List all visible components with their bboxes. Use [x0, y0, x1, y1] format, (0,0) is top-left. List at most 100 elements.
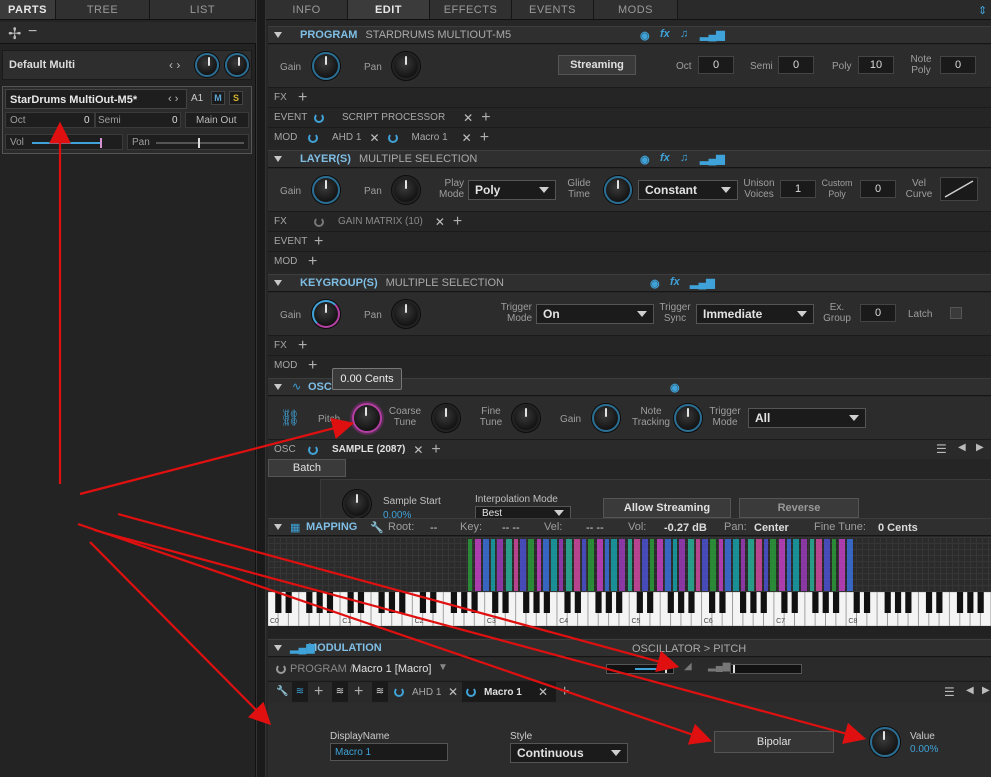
- prev-icon[interactable]: ◀: [966, 685, 974, 696]
- program-oct-field[interactable]: 0: [698, 56, 734, 74]
- add-icon[interactable]: +: [560, 684, 569, 700]
- volume-slider[interactable]: Vol: [5, 134, 123, 150]
- black-key[interactable]: [967, 592, 974, 613]
- black-key[interactable]: [502, 592, 509, 613]
- black-key[interactable]: [347, 592, 354, 613]
- power-icon[interactable]: [314, 112, 324, 123]
- fine-tune-knob[interactable]: [512, 404, 540, 432]
- layers-icon[interactable]: ≋: [332, 682, 348, 702]
- black-key[interactable]: [832, 592, 840, 613]
- note-tracking-knob[interactable]: [674, 404, 702, 432]
- display-name-input[interactable]: Macro 1: [330, 743, 448, 761]
- black-key[interactable]: [719, 592, 726, 613]
- black-key[interactable]: [357, 592, 365, 613]
- black-key[interactable]: [667, 592, 674, 613]
- add-icon[interactable]: +: [354, 684, 363, 700]
- key-zone[interactable]: [634, 539, 640, 591]
- gain-matrix-slot[interactable]: GAIN MATRIX (10): [338, 216, 423, 227]
- black-key[interactable]: [822, 592, 829, 613]
- black-key[interactable]: [430, 592, 437, 613]
- mod-depth-slider[interactable]: [606, 664, 674, 674]
- multi-pan-knob[interactable]: [225, 53, 249, 77]
- collapse-triangle-icon[interactable]: [274, 280, 282, 286]
- link-icon[interactable]: ⛓: [280, 408, 300, 428]
- wrench-icon[interactable]: 🔧: [370, 521, 384, 534]
- power-icon[interactable]: [314, 216, 324, 227]
- keyboard[interactable]: C0 C1 C2 C3 C4 C5 C6 C7 C8: [267, 591, 991, 627]
- coarse-tune-knob[interactable]: [432, 404, 460, 432]
- power-icon[interactable]: [466, 687, 476, 697]
- key-zone[interactable]: [566, 539, 572, 591]
- mod-ahd-tab[interactable]: AHD 1: [412, 687, 441, 698]
- key-zone[interactable]: [650, 539, 654, 591]
- multi-volume-knob[interactable]: [195, 53, 219, 77]
- bipolar-button[interactable]: Bipolar: [714, 731, 834, 753]
- latch-checkbox[interactable]: [950, 307, 962, 319]
- key-zone[interactable]: [793, 539, 799, 591]
- black-key[interactable]: [533, 592, 540, 613]
- black-key[interactable]: [605, 592, 612, 613]
- fx-icon[interactable]: fx: [660, 28, 670, 40]
- key-zone[interactable]: [483, 539, 489, 591]
- black-key[interactable]: [595, 592, 602, 613]
- key-zone[interactable]: [702, 539, 708, 591]
- vel-curve-editor[interactable]: [940, 177, 978, 201]
- key-zone[interactable]: [642, 539, 648, 591]
- layers-icon[interactable]: ≋: [292, 682, 308, 702]
- add-event-icon[interactable]: +: [481, 109, 490, 125]
- black-key[interactable]: [750, 592, 757, 613]
- pitch-knob[interactable]: [352, 403, 382, 433]
- key-zone[interactable]: [468, 539, 472, 591]
- mod-macro-tab[interactable]: Macro 1 ✕: [462, 682, 556, 702]
- add-part-icon[interactable]: ✢: [8, 24, 21, 44]
- black-key[interactable]: [388, 592, 396, 613]
- black-key[interactable]: [471, 592, 478, 613]
- black-key[interactable]: [812, 592, 819, 613]
- modulation-header[interactable]: ▂▄▆ MODULATION OSCILLATOR > PITCH: [268, 639, 991, 657]
- part-block[interactable]: StarDrums MultiOut-M5* ‹ › A1 M S Oct 0 …: [2, 86, 252, 154]
- program-header[interactable]: PROGRAM STARDRUMS MULTIOUT-M5 ◉ fx ♫ ▂▄▆: [268, 26, 991, 44]
- layers-header[interactable]: LAYER(S) MULTIPLE SELECTION ◉ fx ♫ ▂▄▆: [268, 150, 991, 168]
- target-icon[interactable]: ◉: [650, 277, 660, 290]
- wrench-icon[interactable]: 🔧: [276, 686, 288, 697]
- macro-slot[interactable]: Macro 1: [412, 132, 448, 143]
- add-osc-icon[interactable]: +: [431, 441, 440, 457]
- ramp-icon[interactable]: ◢: [684, 661, 692, 672]
- black-key[interactable]: [894, 592, 902, 613]
- key-zone[interactable]: [628, 539, 632, 591]
- tab-effects[interactable]: EFFECTS: [430, 0, 512, 19]
- black-key[interactable]: [399, 592, 406, 613]
- close-icon[interactable]: ✕: [463, 111, 473, 125]
- black-key[interactable]: [956, 592, 964, 613]
- note-icon[interactable]: ♫: [680, 152, 688, 164]
- collapse-triangle-icon[interactable]: [274, 645, 282, 651]
- black-key[interactable]: [306, 592, 313, 613]
- key-zone[interactable]: [520, 539, 526, 591]
- black-key[interactable]: [636, 592, 643, 613]
- style-dropdown[interactable]: Continuous: [510, 743, 628, 763]
- key-zone[interactable]: [816, 539, 822, 591]
- batch-button[interactable]: Batch: [268, 459, 346, 477]
- black-key[interactable]: [316, 592, 323, 613]
- key-zone[interactable]: [551, 539, 557, 591]
- bars-icon[interactable]: ▂▄▆: [708, 661, 730, 672]
- add-mod-icon[interactable]: +: [308, 357, 317, 373]
- sample-start-knob[interactable]: [343, 490, 371, 518]
- pan-handle[interactable]: [198, 138, 200, 148]
- key-zone[interactable]: [679, 539, 685, 591]
- prev-icon[interactable]: ◀: [958, 442, 966, 453]
- collapse-triangle-icon[interactable]: [274, 156, 282, 162]
- black-key[interactable]: [688, 592, 695, 613]
- panel-divider[interactable]: [256, 0, 266, 777]
- mod-depth-handle[interactable]: [665, 665, 667, 673]
- close-icon[interactable]: ✕: [538, 685, 548, 699]
- semi-field[interactable]: Semi 0: [95, 112, 181, 128]
- key-zone[interactable]: [688, 539, 694, 591]
- key-zone[interactable]: [787, 539, 791, 591]
- black-key[interactable]: [492, 592, 499, 613]
- tab-tree[interactable]: TREE: [56, 0, 150, 19]
- black-key[interactable]: [275, 592, 282, 613]
- black-key[interactable]: [781, 592, 788, 613]
- script-processor-slot[interactable]: SCRIPT PROCESSOR: [342, 112, 445, 123]
- key-zone[interactable]: [528, 539, 534, 591]
